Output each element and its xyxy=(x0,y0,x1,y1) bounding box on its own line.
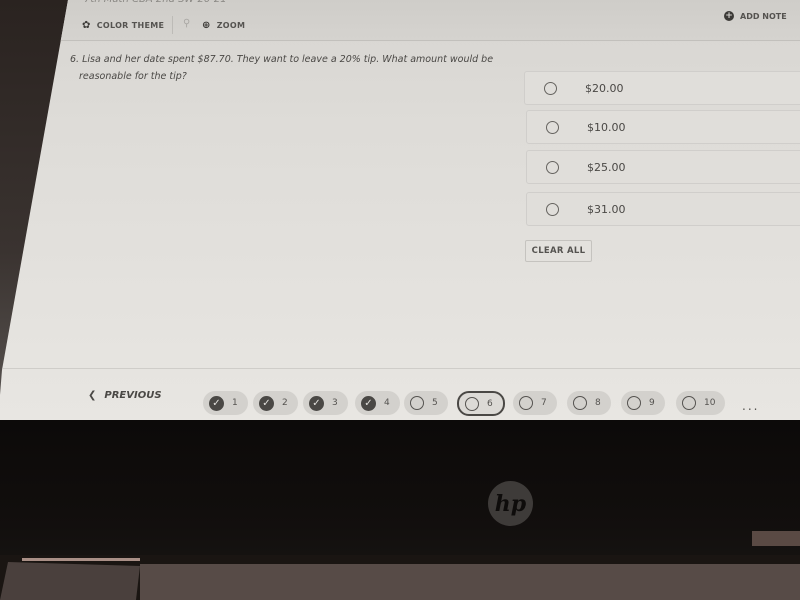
answer-label: $10.00 xyxy=(587,120,626,134)
question-number: 10 xyxy=(704,398,716,408)
empty-circle-icon xyxy=(627,396,641,410)
question-number: 7 xyxy=(541,398,547,408)
question-nav-7[interactable]: 7 xyxy=(513,391,557,415)
chevron-left-icon: ❮ xyxy=(88,390,97,401)
empty-circle-icon xyxy=(410,396,424,410)
answer-option[interactable]: $20.00 xyxy=(524,71,800,105)
course-title: 7th Math CBA 2nd SW 20-21 xyxy=(84,0,227,5)
hinge-glint xyxy=(22,558,140,561)
empty-circle-icon xyxy=(519,396,533,410)
search-icon: ⚲ xyxy=(183,18,191,29)
clear-all-button[interactable]: CLEAR ALL xyxy=(525,240,592,262)
question-number: 6 xyxy=(487,398,493,409)
laptop-screen: 7th Math CBA 2nd SW 20-21 ✿ COLOR THEME … xyxy=(0,0,800,425)
question-number: 3 xyxy=(332,398,338,408)
radio-button[interactable] xyxy=(544,81,557,95)
question-line-2: reasonable for the tip? xyxy=(79,71,187,82)
answer-label: $31.00 xyxy=(587,202,626,216)
laptop-base-left xyxy=(0,562,140,600)
radio-button[interactable] xyxy=(546,120,559,134)
question-number: 8 xyxy=(595,398,601,408)
previous-button[interactable]: ❮ PREVIOUS xyxy=(88,390,162,401)
empty-circle-icon xyxy=(573,396,587,410)
zoom-label: ZOOM xyxy=(216,21,246,30)
question-number: 9 xyxy=(649,398,655,408)
previous-label: PREVIOUS xyxy=(104,390,162,401)
answer-option[interactable]: $25.00 xyxy=(526,150,800,184)
check-circle-icon: ✓ xyxy=(361,395,376,411)
radio-button[interactable] xyxy=(546,160,559,174)
empty-circle-icon xyxy=(465,396,479,411)
more-questions-button[interactable]: ... xyxy=(742,399,759,413)
question-number: 4 xyxy=(384,398,390,408)
answer-option[interactable]: $31.00 xyxy=(526,192,800,226)
answer-label: $25.00 xyxy=(587,160,626,174)
bezel-reflection xyxy=(752,531,800,546)
laptop-bezel xyxy=(0,420,800,555)
add-note-button[interactable]: + ADD NOTE xyxy=(724,11,787,21)
question-nav-9[interactable]: 9 xyxy=(621,391,665,415)
question-nav-8[interactable]: 8 xyxy=(567,391,611,415)
question-nav-5[interactable]: 5 xyxy=(404,391,448,415)
check-circle-icon: ✓ xyxy=(259,395,274,411)
empty-circle-icon xyxy=(682,396,696,410)
question-number: 5 xyxy=(432,398,438,408)
zoom-button[interactable]: ⊕ ZOOM xyxy=(202,20,245,31)
question-text: 6. Lisa and her date spent $87.70. They … xyxy=(70,51,510,85)
question-nav-1[interactable]: ✓ 1 xyxy=(203,391,248,415)
question-nav-6-current[interactable]: 6 xyxy=(457,391,505,416)
plus-circle-icon: + xyxy=(724,11,734,21)
hp-logo-icon: hp xyxy=(488,481,533,526)
question-navigation: ❮ PREVIOUS ✓ 1 ✓ 2 ✓ 3 ✓ 4 5 6 7 8 9 10 … xyxy=(0,368,800,421)
add-note-label: ADD NOTE xyxy=(740,11,787,21)
color-theme-label: COLOR THEME xyxy=(96,21,165,30)
radio-button[interactable] xyxy=(546,202,559,216)
color-theme-button[interactable]: ✿ COLOR THEME xyxy=(82,20,164,31)
zoom-icon: ⊕ xyxy=(202,20,211,31)
question-nav-10[interactable]: 10 xyxy=(676,391,726,415)
answer-option[interactable]: $10.00 xyxy=(526,110,800,144)
answer-label: $20.00 xyxy=(585,81,624,95)
palette-icon: ✿ xyxy=(82,20,91,31)
question-number: 2 xyxy=(282,398,288,408)
question-nav-3[interactable]: ✓ 3 xyxy=(303,391,348,415)
question-number: 1 xyxy=(232,398,238,408)
question-nav-2[interactable]: ✓ 2 xyxy=(253,391,298,415)
question-nav-4[interactable]: ✓ 4 xyxy=(355,391,400,415)
question-line-1: 6. Lisa and her date spent $87.70. They … xyxy=(70,54,494,65)
check-circle-icon: ✓ xyxy=(209,395,224,411)
toolbar-divider xyxy=(172,16,173,34)
check-circle-icon: ✓ xyxy=(309,395,324,411)
laptop-base xyxy=(140,564,800,600)
top-toolbar xyxy=(60,0,800,41)
